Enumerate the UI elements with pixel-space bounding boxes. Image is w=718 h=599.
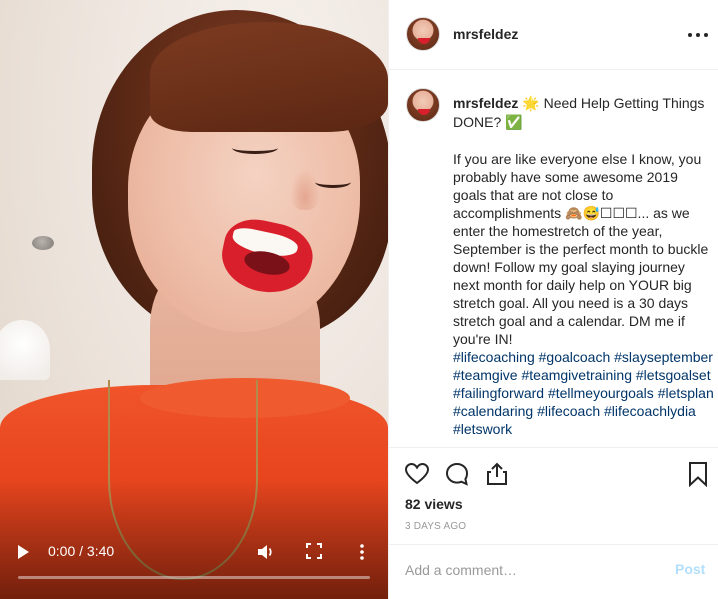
- volume-icon[interactable]: [256, 542, 276, 562]
- post-header: mrsfeldez: [389, 0, 718, 70]
- comment-input[interactable]: [405, 557, 655, 583]
- heart-icon[interactable]: [404, 461, 430, 487]
- hashtag-link[interactable]: #letsgoalset: [636, 367, 711, 383]
- post-detail-panel: mrsfeldez mrsfeldez 🌟 Need Help Getting …: [388, 0, 718, 599]
- hashtag-link[interactable]: #calendaring: [453, 403, 533, 419]
- more-horizontal-icon[interactable]: [687, 25, 709, 45]
- bookmark-icon[interactable]: [685, 461, 711, 487]
- hashtag-link[interactable]: #tellmeyourgoals: [548, 385, 654, 401]
- caption-area: mrsfeldez 🌟 Need Help Getting Things DON…: [389, 71, 718, 447]
- more-vertical-icon[interactable]: [356, 542, 368, 562]
- video-frame-eye: [232, 142, 278, 154]
- hashtag-link[interactable]: #lifecoach: [537, 403, 600, 419]
- post-date[interactable]: 3 DAYS AGO: [405, 521, 466, 532]
- video-frame-bangs: [150, 22, 388, 132]
- video-frame-lampshade: [0, 320, 50, 380]
- view-count: 82 views: [405, 496, 463, 512]
- hashtag-link[interactable]: #failingforward: [453, 385, 544, 401]
- hashtag-link[interactable]: #teamgive: [453, 367, 518, 383]
- play-icon[interactable]: [18, 545, 29, 559]
- hashtag-link[interactable]: #letsplan: [658, 385, 714, 401]
- comment-bubble-icon[interactable]: [444, 461, 470, 487]
- caption: mrsfeldez 🌟 Need Help Getting Things DON…: [453, 94, 715, 438]
- video-player[interactable]: 0:00 / 3:40: [0, 0, 388, 599]
- post-actions: 82 views 3 DAYS AGO Post: [389, 447, 718, 595]
- hashtag-link[interactable]: #teamgivetraining: [521, 367, 632, 383]
- avatar[interactable]: [406, 88, 440, 122]
- hashtag-link[interactable]: #letswork: [453, 421, 512, 437]
- hashtag-list: #lifecoaching #goalcoach #slayseptember …: [453, 348, 715, 438]
- star-emoji: 🌟: [522, 96, 540, 112]
- video-frame-nose: [290, 168, 320, 210]
- hashtag-link[interactable]: #goalcoach: [539, 349, 611, 365]
- video-time: 0:00 / 3:40: [48, 543, 115, 559]
- video-frame-eye: [315, 176, 351, 188]
- hashtag-link[interactable]: #lifecoachlydia: [604, 403, 696, 419]
- caption-username[interactable]: mrsfeldez: [453, 95, 518, 111]
- hashtag-link[interactable]: #slayseptember: [614, 349, 713, 365]
- comment-bar: Post: [389, 544, 718, 596]
- post-comment-button[interactable]: Post: [675, 561, 705, 577]
- share-upload-icon[interactable]: [484, 461, 510, 487]
- video-progress-bar[interactable]: [18, 576, 370, 579]
- check-emoji: ✅: [505, 115, 523, 131]
- video-controls: 0:00 / 3:40: [0, 538, 388, 566]
- fullscreen-icon[interactable]: [306, 543, 322, 559]
- header-username[interactable]: mrsfeldez: [453, 26, 518, 42]
- avatar[interactable]: [406, 17, 440, 51]
- video-frame-lamp: [32, 236, 54, 250]
- hashtag-link[interactable]: #lifecoaching: [453, 349, 535, 365]
- caption-body: If you are like everyone else I know, yo…: [453, 151, 713, 347]
